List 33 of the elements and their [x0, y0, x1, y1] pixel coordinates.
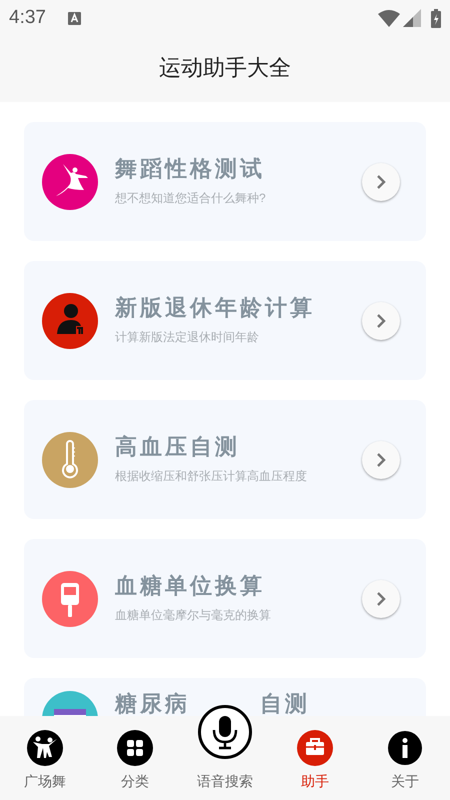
card-title: 血糖单位换算: [115, 573, 266, 599]
card-title: 舞蹈性格测试: [115, 156, 266, 182]
battery-icon: [431, 8, 441, 28]
menu-card[interactable]: 高血压自测 根据收缩压和舒张压计算高血压程度: [24, 400, 426, 519]
nav-tab[interactable]: 广场舞: [0, 716, 90, 800]
wifi-icon: [378, 10, 400, 26]
nav-tab[interactable]: 关于: [360, 716, 450, 800]
status-time: 4:37: [9, 6, 46, 30]
chevron-right-icon[interactable]: [362, 302, 400, 340]
card-subtitle: 血糖单位毫摩尔与毫克的换算: [115, 607, 272, 624]
info-icon: [387, 730, 423, 766]
menu-card[interactable]: 新版退休年龄计算 计算新版法定退休时间年龄: [24, 261, 426, 380]
signal-icon: [403, 9, 421, 27]
keyboard-notification-icon: [68, 12, 81, 24]
card-title: 高血压自测: [115, 434, 241, 460]
chevron-right-icon[interactable]: [362, 162, 400, 200]
nav-tab[interactable]: 助手: [270, 716, 360, 800]
menu-card[interactable]: 血糖单位换算 血糖单位毫摩尔与毫克的换算: [24, 539, 426, 658]
chevron-right-icon[interactable]: [362, 440, 400, 478]
nav-tab[interactable]: 分类: [90, 716, 180, 800]
page-title: 运动助手大全: [159, 54, 291, 82]
grid-icon: [117, 730, 153, 766]
dancers-icon: [27, 730, 63, 766]
card-title: 新版退休年龄计算: [115, 295, 316, 321]
toolbox-icon: [297, 730, 333, 766]
chevron-right-icon[interactable]: [362, 580, 400, 618]
card-title: 糖尿病: [115, 691, 190, 716]
menu-card[interactable]: 舞蹈性格测试 想不想知道您适合什么舞种?: [24, 122, 426, 241]
card-subtitle: 想不想知道您适合什么舞种?: [115, 190, 267, 207]
menu-card[interactable]: 糖尿病 自测: [24, 678, 426, 716]
card-subtitle: 根据收缩压和舒张压计算高血压程度: [115, 468, 308, 485]
card-subtitle: 计算新版法定退休时间年龄: [115, 329, 260, 346]
card-title: 自测: [260, 691, 310, 716]
